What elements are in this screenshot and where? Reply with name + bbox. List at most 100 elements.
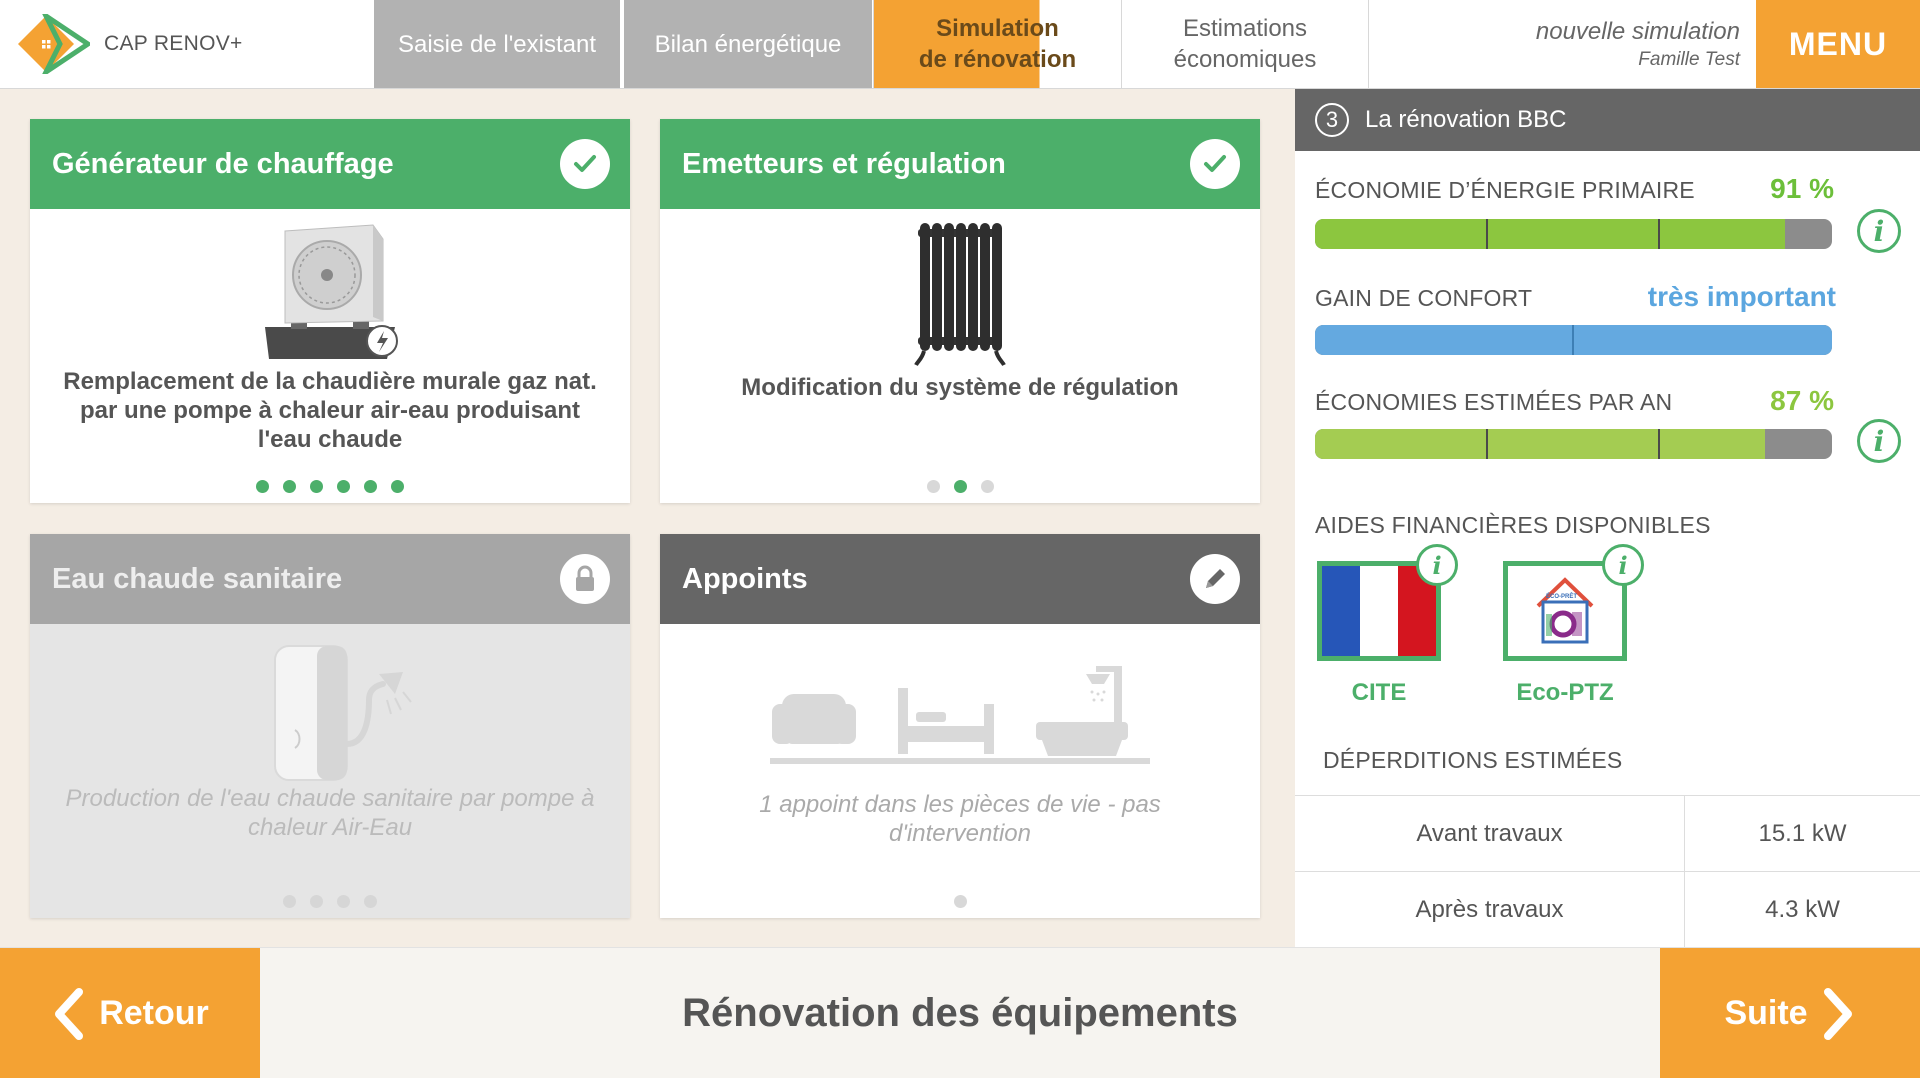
tab-label: Saisie de l'existant bbox=[397, 30, 597, 58]
tab-saisie-existant[interactable]: Saisie de l'existant bbox=[374, 0, 622, 88]
tab-bilan-energetique[interactable]: Bilan énergétique bbox=[624, 0, 872, 88]
pagination-dots bbox=[30, 480, 630, 493]
bar-tick bbox=[1486, 219, 1488, 249]
card-description: Modification du système de régulation bbox=[741, 374, 1179, 401]
card-title: Emetteurs et régulation bbox=[682, 147, 1006, 180]
tab-label-line2: de rénovation bbox=[918, 46, 1077, 73]
loss-value: 15.1 kW bbox=[1758, 819, 1847, 847]
pagination-dot[interactable] bbox=[283, 895, 296, 908]
yearly-savings-bar bbox=[1315, 429, 1832, 459]
metric-value: très important bbox=[1647, 281, 1836, 312]
tab-estimations-economiques[interactable]: Estimations économiques bbox=[1121, 0, 1369, 88]
loss-value: 4.3 kW bbox=[1765, 896, 1840, 923]
simulation-family: Famille Test bbox=[1638, 49, 1740, 70]
primary-energy-bar bbox=[1315, 219, 1832, 249]
panel-header: 3 La rénovation BBC bbox=[1295, 89, 1920, 151]
card-heating-generator[interactable]: Générateur de chauffage Remplacement de … bbox=[30, 119, 630, 503]
info-icon[interactable]: i bbox=[1857, 419, 1901, 463]
table-row: Avant travaux 15.1 kW bbox=[1295, 796, 1920, 872]
card-title: Générateur de chauffage bbox=[52, 147, 394, 180]
menu-button[interactable]: MENU bbox=[1756, 0, 1920, 88]
tab-label: Bilan énergétique bbox=[654, 30, 842, 58]
table-row: Après travaux 4.3 kW bbox=[1295, 872, 1920, 948]
info-icon[interactable]: i bbox=[1416, 544, 1458, 586]
pagination-dot[interactable] bbox=[953, 480, 967, 493]
pagination-dot[interactable] bbox=[337, 480, 350, 493]
pagination-dot[interactable] bbox=[310, 895, 323, 908]
renovation-summary-panel: 3 La rénovation BBC ÉCONOMIE D’ÉNERGIE P… bbox=[1295, 89, 1920, 948]
app-logo-icon bbox=[18, 14, 90, 74]
pagination-dot[interactable] bbox=[364, 895, 377, 908]
card-description: 1 appoint dans les pièces de vie - pas d… bbox=[759, 791, 1161, 847]
aid-cite[interactable]: i CITE bbox=[1315, 544, 1458, 707]
bar-tick bbox=[1572, 325, 1574, 355]
pagination-dot[interactable] bbox=[337, 895, 350, 908]
metric-label: ÉCONOMIE D’ÉNERGIE PRIMAIRE bbox=[1315, 177, 1695, 203]
pagination-dot[interactable] bbox=[953, 895, 967, 908]
water-heater-icon bbox=[274, 645, 412, 781]
pagination-dot[interactable] bbox=[980, 480, 994, 493]
panel-title: La rénovation BBC bbox=[1365, 106, 1567, 133]
card-emitters-regulation[interactable]: Emetteurs et régulation Modification du … bbox=[660, 119, 1260, 503]
comfort-bar bbox=[1315, 325, 1832, 355]
card-domestic-hot-water[interactable]: Eau chaude sanitaire Production de l'eau… bbox=[30, 534, 630, 918]
pagination-dot[interactable] bbox=[283, 480, 296, 493]
pencil-icon bbox=[1190, 554, 1240, 604]
step-number: 3 bbox=[1315, 103, 1349, 137]
card-header: Emetteurs et régulation bbox=[660, 119, 1260, 209]
card-description: Production de l'eau chaude sanitaire par… bbox=[65, 785, 595, 841]
card-title: Appoints bbox=[682, 562, 808, 595]
pagination-dot[interactable] bbox=[310, 480, 323, 493]
bar-fill bbox=[1315, 429, 1765, 459]
info-icon[interactable]: i bbox=[1602, 544, 1644, 586]
losses-title: DÉPERDITIONS ESTIMÉES bbox=[1323, 747, 1623, 773]
tab-label-line1: Estimations bbox=[1182, 15, 1308, 42]
pagination-dots bbox=[30, 895, 630, 908]
pagination-dot[interactable] bbox=[256, 480, 269, 493]
check-icon bbox=[1190, 139, 1240, 189]
bar-tick bbox=[1486, 429, 1488, 459]
card-header: Eau chaude sanitaire bbox=[30, 534, 630, 624]
app-title: CAP RENOV+ bbox=[104, 32, 243, 55]
pagination-dot[interactable] bbox=[926, 480, 940, 493]
pagination-dot[interactable] bbox=[391, 480, 404, 493]
info-icon[interactable]: i bbox=[1857, 209, 1901, 253]
aid-label: Eco-PTZ bbox=[1516, 679, 1614, 706]
rooms-icon bbox=[770, 666, 1150, 764]
tab-simulation-renovation[interactable]: Simulation de rénovation bbox=[873, 0, 1121, 88]
aid-eco-ptz[interactable]: ÉCO-PRÊT i Eco-PTZ bbox=[1501, 544, 1644, 707]
next-button[interactable]: Suite bbox=[1660, 948, 1920, 1078]
pagination-dots bbox=[660, 895, 1260, 908]
tab-label-line1: Simulation bbox=[936, 15, 1059, 42]
simulation-title: nouvelle simulation bbox=[1535, 18, 1740, 45]
lock-icon bbox=[560, 554, 610, 604]
tab-label-line2: économiques bbox=[1173, 46, 1317, 73]
chevron-left-icon bbox=[55, 987, 84, 1040]
heat-pump-icon bbox=[265, 224, 398, 359]
back-button[interactable]: Retour bbox=[0, 948, 260, 1078]
top-bar: CAP RENOV+ Saisie de l'existant Bilan én… bbox=[0, 0, 1920, 89]
eco-ptz-logo-text: ÉCO-PRÊT bbox=[1546, 594, 1578, 600]
bar-fill bbox=[1315, 219, 1786, 249]
chevron-right-icon bbox=[1823, 987, 1852, 1040]
pagination-dot[interactable] bbox=[364, 480, 377, 493]
loss-label: Après travaux bbox=[1295, 872, 1685, 948]
radiator-icon bbox=[914, 223, 1006, 367]
bar-tick bbox=[1658, 429, 1660, 459]
bottom-bar: Retour Rénovation des équipements Suite bbox=[0, 947, 1920, 1078]
back-label: Retour bbox=[99, 994, 209, 1032]
losses-table: Avant travaux 15.1 kW Après travaux 4.3 … bbox=[1295, 795, 1920, 948]
simulation-info: nouvelle simulation Famille Test bbox=[1536, 18, 1740, 71]
france-flag-icon: i bbox=[1317, 544, 1458, 661]
card-description: Remplacement de la chaudière murale gaz … bbox=[63, 368, 597, 453]
aids-title: AIDES FINANCIÈRES DISPONIBLES bbox=[1315, 512, 1711, 538]
card-header: Générateur de chauffage bbox=[30, 119, 630, 209]
metric-value: 91 % bbox=[1770, 173, 1834, 204]
card-auxiliary-heating[interactable]: Appoints 1 appoint dans les pièces de vi… bbox=[660, 534, 1260, 918]
card-header: Appoints bbox=[660, 534, 1260, 624]
next-label: Suite bbox=[1724, 994, 1808, 1032]
aid-label: CITE bbox=[1351, 679, 1407, 706]
card-title: Eau chaude sanitaire bbox=[52, 562, 343, 595]
pagination-dots bbox=[660, 480, 1260, 493]
page-title: Rénovation des équipements bbox=[682, 991, 1238, 1035]
